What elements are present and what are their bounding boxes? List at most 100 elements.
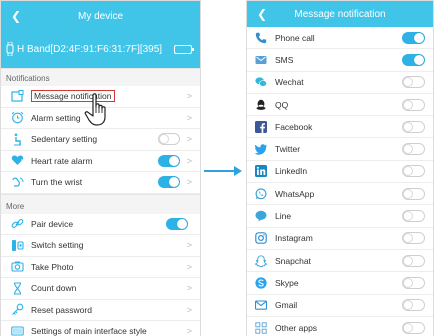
- settings-row-label: Sedentary setting: [31, 134, 98, 145]
- chevron-right-icon: >: [186, 177, 192, 188]
- message-notification-screen: ❮ Message notification Phone call SMS Wech…: [246, 0, 434, 336]
- sedentary-setting-toggle[interactable]: [158, 133, 180, 146]
- app-row-line[interactable]: Line: [247, 205, 433, 228]
- page-title: Message notification: [294, 8, 386, 20]
- linkedin-toggle[interactable]: [402, 165, 425, 178]
- toggle-knob: [169, 177, 179, 188]
- settings-row-heart-rate-alarm[interactable]: Heart rate alarm >: [1, 150, 200, 172]
- snapchat-toggle[interactable]: [402, 254, 425, 267]
- settings-row-label: Settings of main interface style: [31, 326, 147, 336]
- alarm-clock-icon: [11, 111, 24, 124]
- app-row-label: Skype: [275, 277, 299, 288]
- toggle-knob: [403, 166, 413, 177]
- app-notification-list: Phone call SMS Wechat QQ Facebook Twitter Link…: [247, 27, 433, 336]
- device-info: H Band[D2:4F:91:F6:31:7F][395]: [1, 30, 200, 68]
- chevron-right-icon: >: [186, 304, 192, 315]
- app-row-skype[interactable]: Skype: [247, 272, 433, 295]
- chevron-right-icon: >: [186, 155, 192, 166]
- gmail-icon: [255, 299, 267, 311]
- other-apps-toggle[interactable]: [402, 321, 425, 334]
- settings-row-label: Alarm setting: [31, 112, 81, 123]
- back-icon[interactable]: ❮: [7, 1, 25, 31]
- phone-call-toggle[interactable]: [402, 31, 425, 44]
- chevron-right-icon: >: [186, 112, 192, 123]
- app-row-snapchat[interactable]: Snapchat: [247, 249, 433, 273]
- toggle-knob: [177, 218, 187, 229]
- chevron-right-icon: >: [186, 91, 192, 102]
- settings-row-turn-the-wrist[interactable]: Turn the wrist >: [1, 172, 200, 194]
- device-name: H Band[D2:4F:91:F6:31:7F][395]: [17, 43, 163, 55]
- toggle-knob: [403, 121, 413, 132]
- wrist-icon: [11, 176, 24, 189]
- settings-row-take-photo[interactable]: Take Photo >: [1, 256, 200, 278]
- toggle-knob: [403, 188, 413, 199]
- app-row-facebook[interactable]: Facebook: [247, 116, 433, 139]
- wechat-toggle[interactable]: [402, 76, 425, 89]
- app-row-label: Wechat: [275, 77, 304, 88]
- settings-row-switch-setting[interactable]: Switch setting >: [1, 235, 200, 257]
- app-row-twitter[interactable]: Twitter: [247, 138, 433, 161]
- app-row-sms[interactable]: SMS: [247, 49, 433, 72]
- instagram-toggle[interactable]: [402, 232, 425, 245]
- whatsapp-icon: [255, 188, 267, 200]
- twitter-toggle[interactable]: [402, 143, 425, 156]
- toggle-knob: [414, 54, 424, 65]
- app-row-instagram[interactable]: Instagram: [247, 227, 433, 250]
- app-row-linkedin[interactable]: LinkedIn: [247, 160, 433, 184]
- app-row-label: Phone call: [275, 32, 315, 43]
- facebook-icon: [255, 120, 267, 133]
- app-row-label: Line: [275, 211, 292, 222]
- settings-row-label: Pair device: [31, 218, 74, 229]
- phone-icon: [255, 32, 267, 44]
- instagram-icon: [255, 232, 267, 245]
- toggle-knob: [403, 277, 413, 288]
- line-toggle[interactable]: [402, 210, 425, 223]
- settings-row-pair-device[interactable]: Pair device: [1, 213, 200, 235]
- skype-toggle[interactable]: [402, 276, 425, 289]
- toggle-knob: [403, 255, 413, 266]
- settings-row-label: Turn the wrist: [31, 177, 83, 188]
- sms-toggle[interactable]: [402, 53, 425, 66]
- app-row-other-apps[interactable]: Other apps: [247, 316, 433, 336]
- whatsapp-toggle[interactable]: [402, 187, 425, 200]
- toggle-knob: [403, 233, 413, 244]
- toggle-knob: [403, 144, 413, 155]
- pair-device-toggle[interactable]: [166, 217, 188, 230]
- app-row-label: WhatsApp: [275, 188, 315, 199]
- app-row-wechat[interactable]: Wechat: [247, 71, 433, 94]
- sitting-person-icon: [11, 133, 24, 146]
- heart-rate-alarm-toggle[interactable]: [158, 154, 180, 167]
- app-row-phone-call[interactable]: Phone call: [247, 27, 433, 50]
- app-row-label: Instagram: [275, 233, 313, 244]
- app-row-label: LinkedIn: [275, 166, 308, 177]
- transition-arrow-icon: [204, 166, 242, 176]
- settings-row-sedentary-setting[interactable]: Sedentary setting >: [1, 129, 200, 151]
- toggle-knob: [403, 322, 413, 333]
- more-list: Pair device Switch setting > Take Photo > Cou…: [1, 213, 200, 336]
- battery-icon: [174, 44, 194, 54]
- toggle-knob: [403, 77, 413, 88]
- settings-row-settings-of-main-interface-style[interactable]: Settings of main interface style >: [1, 321, 200, 336]
- key-icon: [11, 303, 24, 316]
- app-row-whatsapp[interactable]: WhatsApp: [247, 183, 433, 206]
- turn-the-wrist-toggle[interactable]: [158, 176, 180, 189]
- gmail-toggle[interactable]: [402, 299, 425, 312]
- grid-apps-icon: [255, 321, 267, 334]
- app-row-qq[interactable]: QQ: [247, 93, 433, 117]
- toggle-knob: [403, 99, 413, 110]
- settings-row-reset-password[interactable]: Reset password >: [1, 299, 200, 321]
- settings-row-label: Take Photo: [31, 261, 74, 272]
- app-row-gmail[interactable]: Gmail: [247, 294, 433, 317]
- top-bar: ❮ Message notification: [247, 1, 433, 27]
- screen-icon: [11, 325, 24, 336]
- facebook-toggle[interactable]: [402, 120, 425, 133]
- my-device-screen: ❮ My device H Band[D2:4F:91:F6:31:7F][39…: [0, 0, 201, 336]
- settings-row-label: Switch setting: [31, 240, 84, 251]
- qq-toggle[interactable]: [402, 98, 425, 111]
- back-icon[interactable]: ❮: [253, 1, 271, 27]
- app-row-label: Snapchat: [275, 255, 311, 266]
- settings-row-label: Count down: [31, 283, 77, 294]
- notifications-section-header: Notifications: [1, 68, 200, 86]
- settings-row-count-down[interactable]: Count down >: [1, 278, 200, 300]
- camera-icon: [11, 260, 24, 273]
